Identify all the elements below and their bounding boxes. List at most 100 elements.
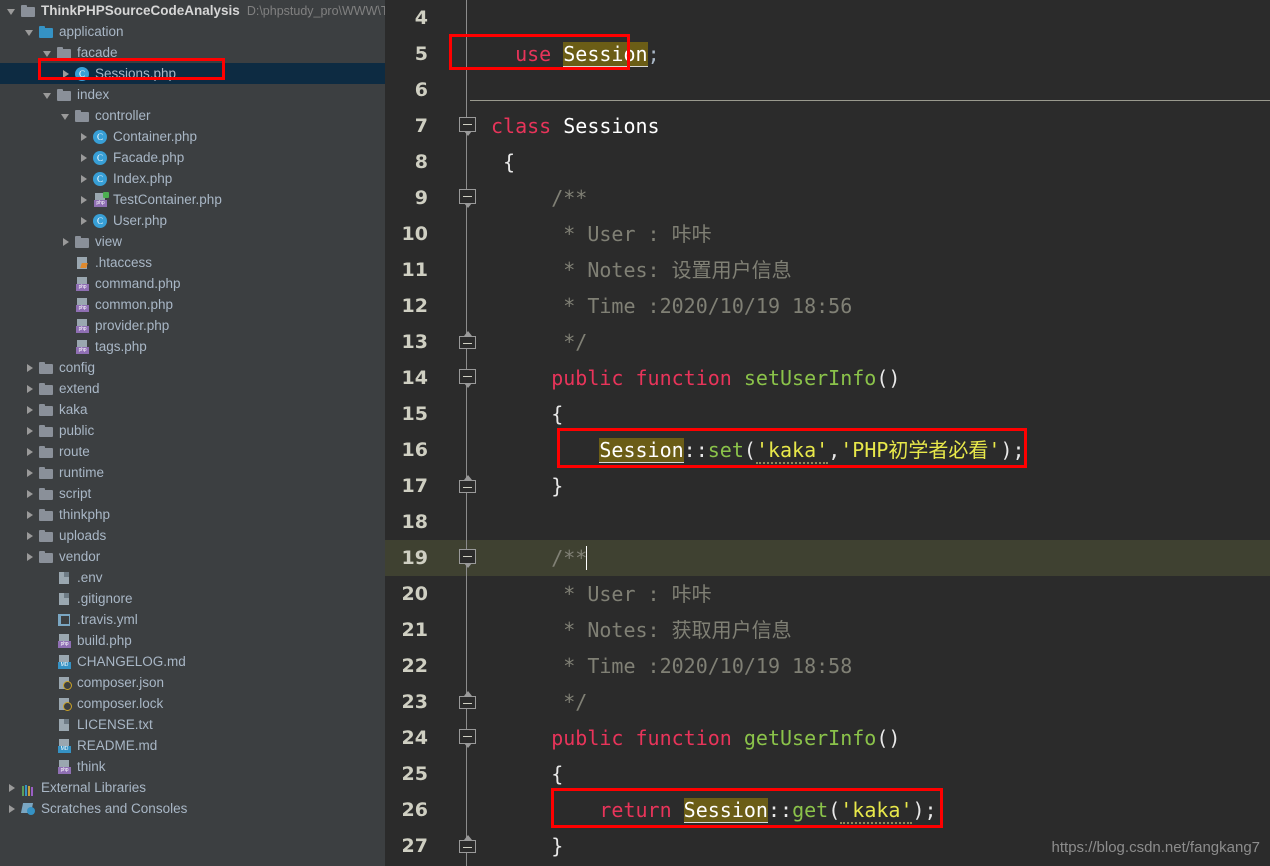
editor-line[interactable]: 11 * Notes: 设置用户信息 <box>385 252 1270 288</box>
chevron-down-icon[interactable] <box>60 110 71 121</box>
line-code[interactable]: return Session::get('kaka'); <box>485 792 1270 828</box>
line-code[interactable]: { <box>485 144 1270 180</box>
tree-item-sessions-php[interactable]: Sessions.php <box>0 63 385 84</box>
tree-item-view[interactable]: view <box>0 231 385 252</box>
line-code[interactable]: */ <box>485 684 1270 720</box>
chevron-right-icon[interactable] <box>60 68 71 79</box>
fold-collapse-icon[interactable] <box>459 189 476 204</box>
tree-item-vendor[interactable]: vendor <box>0 546 385 567</box>
fold-collapse-icon[interactable] <box>459 117 476 132</box>
chevron-right-icon[interactable] <box>78 194 89 205</box>
editor-line[interactable]: 21 * Notes: 获取用户信息 <box>385 612 1270 648</box>
tree-item-script[interactable]: script <box>0 483 385 504</box>
tree-item-index[interactable]: index <box>0 84 385 105</box>
editor-line[interactable]: 7 class Sessions <box>385 108 1270 144</box>
tree-item-application[interactable]: application <box>0 21 385 42</box>
line-code[interactable]: { <box>485 756 1270 792</box>
line-code[interactable]: use Session; <box>485 36 1270 72</box>
chevron-right-icon[interactable] <box>24 404 35 415</box>
tree-item-travis-yml[interactable]: .travis.yml <box>0 609 385 630</box>
editor-line[interactable]: 22 * Time :2020/10/19 18:58 <box>385 648 1270 684</box>
tree-item-public[interactable]: public <box>0 420 385 441</box>
editor-line[interactable]: 24 public function getUserInfo() <box>385 720 1270 756</box>
tree-item-composer-lock[interactable]: composer.lock <box>0 693 385 714</box>
line-code[interactable]: * Notes: 设置用户信息 <box>485 252 1270 288</box>
line-code[interactable]: /** <box>485 540 1270 576</box>
tree-item-facade[interactable]: facade <box>0 42 385 63</box>
chevron-right-icon[interactable] <box>6 803 17 814</box>
editor-line[interactable]: 9 /** <box>385 180 1270 216</box>
editor-line[interactable]: 25 { <box>385 756 1270 792</box>
tree-item-common-php[interactable]: common.php <box>0 294 385 315</box>
tree-item-runtime[interactable]: runtime <box>0 462 385 483</box>
tree-item-user-php[interactable]: User.php <box>0 210 385 231</box>
project-tree-panel[interactable]: ThinkPHPSourceCodeAnalysis D:\phpstudy_pr… <box>0 0 385 866</box>
tree-item-changelog-md[interactable]: CHANGELOG.md <box>0 651 385 672</box>
tree-item-controller[interactable]: controller <box>0 105 385 126</box>
chevron-down-icon[interactable] <box>42 47 53 58</box>
line-code[interactable]: * Time :2020/10/19 18:58 <box>485 648 1270 684</box>
chevron-right-icon[interactable] <box>24 488 35 499</box>
editor-line[interactable]: 20 * User : 咔咔 <box>385 576 1270 612</box>
tree-item-external-libraries[interactable]: External Libraries <box>0 777 385 798</box>
tree-item-kaka[interactable]: kaka <box>0 399 385 420</box>
chevron-right-icon[interactable] <box>78 131 89 142</box>
tree-item-tags-php[interactable]: tags.php <box>0 336 385 357</box>
chevron-right-icon[interactable] <box>24 467 35 478</box>
tree-item-gitignore[interactable]: .gitignore <box>0 588 385 609</box>
editor-line[interactable]: 26 return Session::get('kaka'); <box>385 792 1270 828</box>
tree-item-index-php[interactable]: Index.php <box>0 168 385 189</box>
chevron-right-icon[interactable] <box>78 173 89 184</box>
tree-item-command-php[interactable]: command.php <box>0 273 385 294</box>
tree-item-thinkphp[interactable]: thinkphp <box>0 504 385 525</box>
editor-line[interactable]: 18 <box>385 504 1270 540</box>
tree-item-readme-md[interactable]: README.md <box>0 735 385 756</box>
tree-item-env[interactable]: .env <box>0 567 385 588</box>
tree-item-testcontainer-php[interactable]: TestContainer.php <box>0 189 385 210</box>
chevron-right-icon[interactable] <box>24 509 35 520</box>
editor-current-line[interactable]: 19 /** <box>385 540 1270 576</box>
code-editor[interactable]: 4 5 use Session; 6 7 class Sessions 8 { <box>385 0 1270 866</box>
tree-item-htaccess[interactable]: .htaccess <box>0 252 385 273</box>
tree-item-build-php[interactable]: build.php <box>0 630 385 651</box>
chevron-right-icon[interactable] <box>24 530 35 541</box>
editor-line[interactable]: 14 public function setUserInfo() <box>385 360 1270 396</box>
line-code[interactable]: * Notes: 获取用户信息 <box>485 612 1270 648</box>
chevron-right-icon[interactable] <box>24 446 35 457</box>
fold-collapse-icon[interactable] <box>459 549 476 564</box>
editor-line[interactable]: 6 <box>385 72 1270 108</box>
editor-line[interactable]: 12 * Time :2020/10/19 18:56 <box>385 288 1270 324</box>
chevron-right-icon[interactable] <box>24 383 35 394</box>
chevron-right-icon[interactable] <box>78 215 89 226</box>
chevron-right-icon[interactable] <box>24 362 35 373</box>
editor-line[interactable]: 10 * User : 咔咔 <box>385 216 1270 252</box>
editor-line[interactable]: 5 use Session; <box>385 36 1270 72</box>
tree-item-config[interactable]: config <box>0 357 385 378</box>
chevron-right-icon[interactable] <box>6 782 17 793</box>
line-code[interactable]: public function setUserInfo() <box>485 360 1270 396</box>
chevron-right-icon[interactable] <box>24 551 35 562</box>
line-code[interactable]: * Time :2020/10/19 18:56 <box>485 288 1270 324</box>
line-code[interactable]: } <box>485 468 1270 504</box>
tree-item-container-php[interactable]: Container.php <box>0 126 385 147</box>
line-code[interactable]: * User : 咔咔 <box>485 576 1270 612</box>
editor-line[interactable]: 15 { <box>385 396 1270 432</box>
tree-item-extend[interactable]: extend <box>0 378 385 399</box>
editor-line[interactable]: 13 */ <box>385 324 1270 360</box>
tree-item-thinkphpsourcecodeanalysis[interactable]: ThinkPHPSourceCodeAnalysis D:\phpstudy_pr… <box>0 0 385 21</box>
tree-item-think[interactable]: think <box>0 756 385 777</box>
line-code[interactable]: Session::set('kaka','PHP初学者必看'); <box>485 432 1270 468</box>
fold-end-icon[interactable] <box>459 840 476 853</box>
editor-line[interactable]: 17 } <box>385 468 1270 504</box>
fold-end-icon[interactable] <box>459 480 476 493</box>
chevron-down-icon[interactable] <box>6 5 17 16</box>
line-code[interactable]: */ <box>485 324 1270 360</box>
fold-collapse-icon[interactable] <box>459 369 476 384</box>
tree-item-composer-json[interactable]: composer.json <box>0 672 385 693</box>
line-code[interactable]: public function getUserInfo() <box>485 720 1270 756</box>
editor-line[interactable]: 16 Session::set('kaka','PHP初学者必看'); <box>385 432 1270 468</box>
fold-end-icon[interactable] <box>459 696 476 709</box>
line-code[interactable]: /** <box>485 180 1270 216</box>
tree-item-scratches-and-consoles[interactable]: Scratches and Consoles <box>0 798 385 819</box>
fold-collapse-icon[interactable] <box>459 729 476 744</box>
